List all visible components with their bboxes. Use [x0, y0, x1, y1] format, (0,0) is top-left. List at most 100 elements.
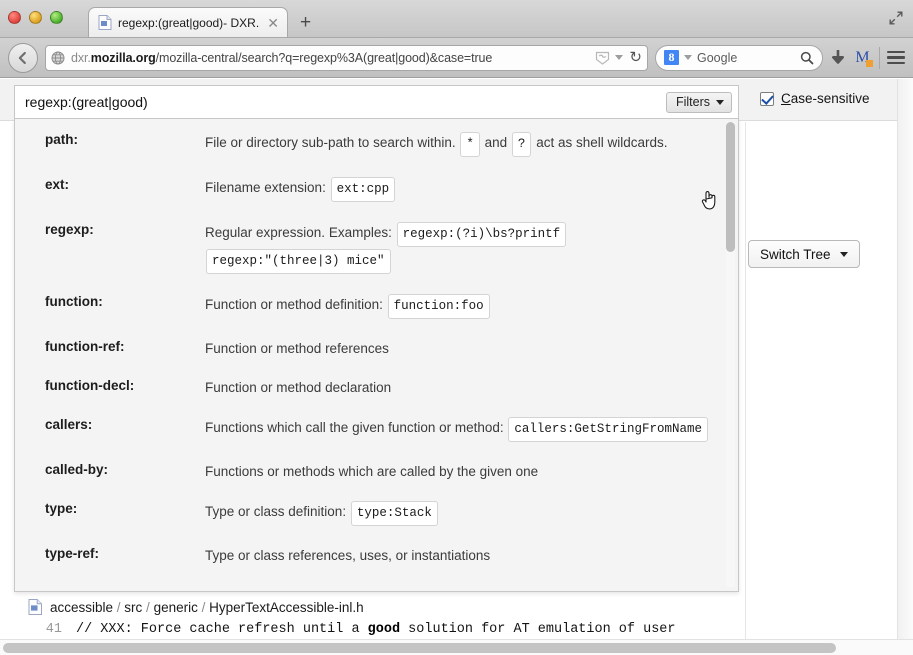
filter-desc-mid: and	[485, 135, 511, 150]
filter-desc-text: Function or method references	[205, 341, 389, 356]
chevron-down-icon	[716, 100, 724, 105]
tab-title: regexp:(great|good)- DXR...	[118, 16, 259, 30]
filter-row: type:Type or class definition: type:Stac…	[15, 500, 738, 527]
filter-description: Function or method references	[205, 338, 738, 359]
filter-example-code: callers:GetStringFromName	[508, 417, 708, 442]
minimize-window-button[interactable]	[29, 11, 42, 24]
line-text: // XXX: Force cache refresh until a good…	[62, 622, 676, 637]
address-bar-icons: ↻	[594, 50, 642, 66]
magnifier-icon[interactable]	[800, 51, 814, 65]
result-code-line[interactable]: 41// XXX: Force cache refresh until a go…	[0, 622, 745, 637]
filter-key: path:	[45, 131, 205, 158]
filter-example-code: regexp:(?i)\bs?printf	[397, 222, 567, 247]
search-engine-box[interactable]: 8 Google	[655, 45, 823, 71]
filter-description: Type or class definition: type:Stack	[205, 500, 738, 527]
panel-scrollbar-thumb[interactable]	[726, 122, 735, 252]
new-tab-button[interactable]: +	[300, 13, 311, 32]
filter-row: function:Function or method definition: …	[15, 293, 738, 320]
filter-desc-text: Functions or methods which are called by…	[205, 464, 538, 479]
reader-mode-icon[interactable]	[594, 50, 611, 66]
back-button[interactable]	[8, 43, 38, 73]
page-vertical-scrollbar[interactable]	[897, 79, 913, 639]
filter-desc-text: Regular expression. Examples:	[205, 225, 396, 240]
filter-description: File or directory sub-path to search wit…	[205, 131, 738, 158]
filters-label: Filters	[676, 95, 710, 109]
search-match-highlight: good	[368, 622, 400, 637]
search-box[interactable]: Filters	[14, 85, 739, 119]
reload-button[interactable]: ↻	[627, 50, 642, 65]
filters-list: path:File or directory sub-path to searc…	[15, 119, 738, 566]
engine-chevron-down-icon[interactable]	[684, 55, 692, 60]
globe-icon	[51, 51, 65, 65]
browser-tab[interactable]: regexp:(great|good)- DXR... ✕	[88, 7, 288, 37]
horizontal-scrollbar-thumb[interactable]	[3, 643, 836, 653]
filter-key: function-ref:	[45, 338, 205, 359]
filter-desc-text: Function or method definition:	[205, 297, 387, 312]
result-file-header[interactable]: accessible / src / generic / HyperTextAc…	[0, 596, 745, 618]
filter-key: function:	[45, 293, 205, 320]
path-segment[interactable]: src	[124, 600, 142, 615]
url-domain: mozilla.org	[91, 51, 156, 65]
filter-example-code: function:foo	[388, 294, 490, 319]
filter-desc-text: Function or method declaration	[205, 380, 391, 395]
filter-description: Regular expression. Examples: regexp:(?i…	[205, 221, 738, 275]
filter-row: ext:Filename extension: ext:cpp	[15, 176, 738, 203]
toolbar-divider	[879, 47, 880, 69]
chevron-down-icon[interactable]	[615, 55, 623, 60]
addon-icon[interactable]: M	[853, 48, 872, 67]
filter-description: Filename extension: ext:cpp	[205, 176, 738, 203]
switch-tree-button[interactable]: Switch Tree	[748, 240, 860, 268]
filter-desc-text: File or directory sub-path to search wit…	[205, 135, 459, 150]
filter-row: type-ref:Type or class references, uses,…	[15, 545, 738, 566]
accesskey-letter: C	[781, 91, 791, 106]
page-content: Filters Case-sensitive Switch Tree path:…	[0, 79, 913, 655]
line-text-after: solution for AT emulation of user	[400, 622, 675, 637]
hamburger-menu-icon[interactable]	[887, 51, 905, 65]
filter-row: function-ref:Function or method referenc…	[15, 338, 738, 359]
path-segment[interactable]: generic	[154, 600, 198, 615]
search-input[interactable]	[25, 94, 666, 110]
filter-key: function-decl:	[45, 377, 205, 398]
case-sensitive-control[interactable]: Case-sensitive	[760, 91, 870, 106]
filter-key: type:	[45, 500, 205, 527]
filter-description: Type or class references, uses, or insta…	[205, 545, 738, 566]
path-segment[interactable]: accessible	[50, 600, 113, 615]
filter-example-code: ext:cpp	[331, 177, 396, 202]
addon-badge	[866, 60, 873, 67]
filter-key: type-ref:	[45, 545, 205, 566]
filter-desc-text: Type or class definition:	[205, 504, 350, 519]
download-arrow-icon[interactable]	[830, 49, 846, 67]
filter-example-code: *	[460, 132, 480, 157]
address-bar[interactable]: dxr.mozilla.org/mozilla-central/search?q…	[45, 45, 648, 71]
chevron-down-icon	[840, 252, 848, 257]
case-sensitive-rest: ase-sensitive	[791, 91, 870, 106]
filter-desc-text: Functions which call the given function …	[205, 420, 507, 435]
close-tab-button[interactable]: ✕	[265, 16, 281, 30]
expand-icon[interactable]	[888, 10, 904, 26]
path-separator: /	[198, 600, 209, 615]
filter-row: called-by:Functions or methods which are…	[15, 461, 738, 482]
filter-description: Function or method definition: function:…	[205, 293, 738, 320]
filter-description: Functions which call the given function …	[205, 416, 738, 443]
filters-dropdown-button[interactable]: Filters	[666, 92, 732, 113]
line-number[interactable]: 41	[28, 622, 62, 637]
page-horizontal-scrollbar[interactable]	[0, 639, 913, 655]
file-document-icon	[98, 15, 112, 30]
mouse-cursor-hand-icon	[700, 189, 720, 211]
header-file-icon	[28, 599, 43, 615]
close-window-button[interactable]	[8, 11, 21, 24]
result-file-path[interactable]: accessible / src / generic / HyperTextAc…	[50, 600, 364, 615]
filter-example-code: type:Stack	[351, 501, 438, 526]
filter-key: ext:	[45, 176, 205, 203]
filter-key: regexp:	[45, 221, 205, 275]
search-engine-label: Google	[697, 51, 795, 65]
path-segment[interactable]: HyperTextAccessible-inl.h	[209, 600, 364, 615]
case-sensitive-checkbox[interactable]	[760, 92, 774, 106]
zoom-window-button[interactable]	[50, 11, 63, 24]
url-path: /mozilla-central/search?q=regexp%3A(grea…	[156, 51, 493, 65]
line-text-before: // XXX: Force cache refresh until a	[76, 622, 368, 637]
filter-row: function-decl:Function or method declara…	[15, 377, 738, 398]
filter-example-code: regexp:"(three|3) mice"	[206, 249, 391, 274]
case-sensitive-label: Case-sensitive	[781, 91, 870, 106]
browser-window: regexp:(great|good)- DXR... ✕ +	[0, 0, 913, 655]
